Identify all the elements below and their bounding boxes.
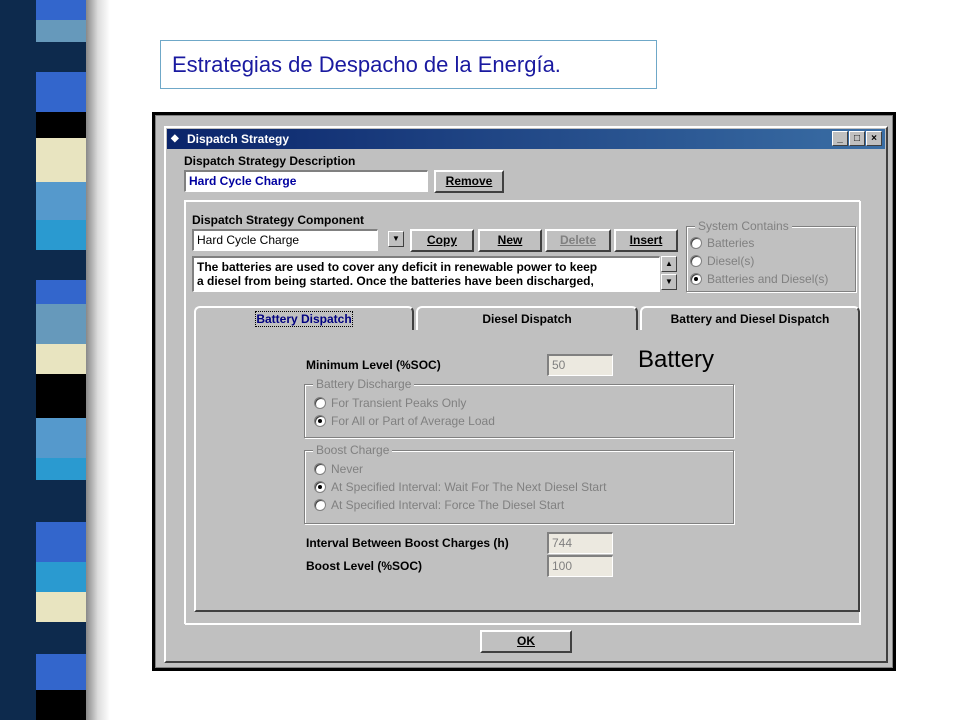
system-option-label: Batteries and Diesel(s) xyxy=(707,272,829,286)
component-text-line2: a diesel from being started. Once the ba… xyxy=(197,274,594,288)
system-option-diesels[interactable]: Diesel(s) xyxy=(690,254,754,268)
battery-discharge-group: Battery Discharge xyxy=(304,377,734,438)
radio-selected-icon xyxy=(314,415,326,427)
min-level-label: Minimum Level (%SOC) xyxy=(306,358,441,372)
boost-charge-title: Boost Charge xyxy=(313,443,393,457)
component-label: Dispatch Strategy Component xyxy=(192,213,365,227)
system-option-batteries[interactable]: Batteries xyxy=(690,236,754,250)
window-app-icon: ◆ xyxy=(171,133,179,144)
delete-button-label: Delete xyxy=(559,233,597,247)
tab-label: Diesel Dispatch xyxy=(482,312,572,326)
remove-button-label: Remove xyxy=(445,174,493,188)
boost-option-wait-diesel[interactable]: At Specified Interval: Wait For The Next… xyxy=(314,480,606,494)
copy-button[interactable]: Copy xyxy=(410,229,474,252)
new-button[interactable]: New xyxy=(478,229,542,252)
radio-icon xyxy=(314,463,326,475)
boost-option-never[interactable]: Never xyxy=(314,462,363,476)
interval-field[interactable]: 744 xyxy=(547,532,613,554)
scroll-down-icon[interactable]: ▼ xyxy=(661,274,677,290)
system-option-batteries-and-diesels[interactable]: Batteries and Diesel(s) xyxy=(690,272,828,286)
boost-option-label: At Specified Interval: Wait For The Next… xyxy=(331,480,607,494)
battery-heading: Battery xyxy=(638,346,715,373)
radio-icon xyxy=(690,255,702,267)
interval-label: Interval Between Boost Charges (h) xyxy=(306,536,509,550)
insert-button-label: Insert xyxy=(629,233,663,247)
tab-battery-and-diesel-dispatch[interactable]: Battery and Diesel Dispatch xyxy=(640,306,860,330)
maximize-button[interactable]: □ xyxy=(849,131,865,146)
minimize-button[interactable]: _ xyxy=(832,131,848,146)
component-select[interactable]: Hard Cycle Charge xyxy=(192,229,378,251)
new-button-label: New xyxy=(497,233,523,247)
tab-strip: Battery Dispatch Diesel Dispatch Battery… xyxy=(194,306,860,330)
window-title: Dispatch Strategy xyxy=(187,132,290,146)
radio-icon xyxy=(314,397,326,409)
battery-discharge-title: Battery Discharge xyxy=(313,377,415,391)
dropdown-arrow-icon[interactable]: ▼ xyxy=(388,231,404,247)
tab-label: Battery and Diesel Dispatch xyxy=(670,312,830,326)
tab-diesel-dispatch[interactable]: Diesel Dispatch xyxy=(416,306,638,330)
radio-selected-icon xyxy=(314,481,326,493)
delete-button[interactable]: Delete xyxy=(545,229,611,252)
discharge-option-transient[interactable]: For Transient Peaks Only xyxy=(314,396,466,410)
dispatch-strategy-window: ◆ Dispatch Strategy _ □ × Dispatch Strat… xyxy=(164,126,888,663)
system-option-label: Batteries xyxy=(707,236,755,250)
boost-level-label: Boost Level (%SOC) xyxy=(306,559,423,573)
description-label: Dispatch Strategy Description xyxy=(184,154,356,168)
radio-icon xyxy=(690,237,702,249)
window-controls: _ □ × xyxy=(832,131,882,146)
min-level-field[interactable]: 50 xyxy=(547,354,613,376)
tab-battery-dispatch[interactable]: Battery Dispatch xyxy=(194,306,414,330)
screenshot-inner: ◆ Dispatch Strategy _ □ × Dispatch Strat… xyxy=(155,115,893,668)
insert-button[interactable]: Insert xyxy=(614,229,678,252)
boost-option-label: Never xyxy=(331,462,364,476)
system-contains-title: System Contains xyxy=(695,219,792,233)
description-field[interactable]: Hard Cycle Charge xyxy=(184,170,428,192)
boost-option-force-diesel[interactable]: At Specified Interval: Force The Diesel … xyxy=(314,498,564,512)
tab-label: Battery Dispatch xyxy=(255,311,353,327)
system-option-label: Diesel(s) xyxy=(707,254,755,268)
component-text-line1: The batteries are used to cover any defi… xyxy=(197,260,598,274)
boost-option-label: At Specified Interval: Force The Diesel … xyxy=(331,498,565,512)
remove-button[interactable]: Remove xyxy=(434,170,504,193)
discharge-option-average-load[interactable]: For All or Part of Average Load xyxy=(314,414,495,428)
radio-icon xyxy=(314,499,326,511)
window-titlebar[interactable]: ◆ Dispatch Strategy _ □ × xyxy=(167,129,885,149)
boost-level-field[interactable]: 100 xyxy=(547,555,613,577)
decorative-stripe-bar xyxy=(0,0,110,720)
component-description-textarea[interactable]: The batteries are used to cover any defi… xyxy=(192,256,660,292)
copy-button-label: Copy xyxy=(427,233,457,247)
discharge-option-label: For All or Part of Average Load xyxy=(331,414,495,428)
ok-button-label: OK xyxy=(517,634,535,648)
close-button[interactable]: × xyxy=(866,131,882,146)
discharge-option-label: For Transient Peaks Only xyxy=(331,396,467,410)
scroll-up-icon[interactable]: ▲ xyxy=(661,256,677,272)
screenshot-frame: ◆ Dispatch Strategy _ □ × Dispatch Strat… xyxy=(152,112,896,671)
slide-title: Estrategias de Despacho de la Energía. xyxy=(160,40,657,89)
radio-selected-icon xyxy=(690,273,702,285)
ok-button[interactable]: OK xyxy=(480,630,572,653)
